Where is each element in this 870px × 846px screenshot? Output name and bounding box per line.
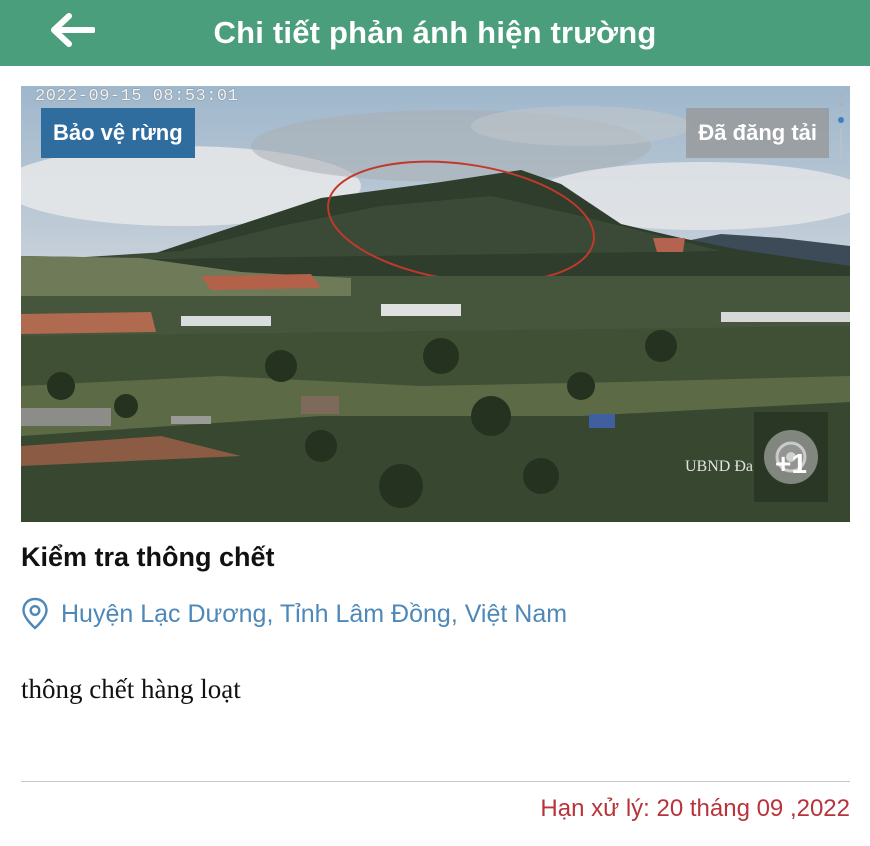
divider <box>21 781 850 782</box>
category-badge: Bảo vệ rừng <box>41 108 195 158</box>
back-button[interactable] <box>44 10 100 50</box>
arrow-left-icon <box>51 13 95 47</box>
more-photos-count: +1 <box>775 448 807 479</box>
location-text: Huyện Lạc Dương, Tỉnh Lâm Đồng, Việt Nam <box>61 599 568 628</box>
page-title: Chi tiết phản ánh hiện trường <box>213 15 657 50</box>
report-description: thông chết hàng loạt <box>21 674 241 704</box>
photo-scroll-indicator <box>838 94 844 158</box>
photo-watermark: UBND Đa <box>685 458 753 475</box>
photo-timestamp: 2022-09-15 08:53:01 <box>35 87 239 106</box>
map-pin-icon <box>22 597 48 630</box>
app-header: Chi tiết phản ánh hiện trường <box>0 0 870 66</box>
deadline-text: Hạn xử lý: 20 tháng 09 ,2022 <box>540 795 850 822</box>
status-badge: Đã đăng tải <box>686 108 829 158</box>
report-location[interactable]: Huyện Lạc Dương, Tỉnh Lâm Đồng, Việt Nam <box>21 596 567 632</box>
report-photo[interactable]: 2022-09-15 08:53:01 Bảo vệ rừng Đã đăng … <box>21 86 850 522</box>
report-title: Kiểm tra thông chết <box>21 542 275 572</box>
